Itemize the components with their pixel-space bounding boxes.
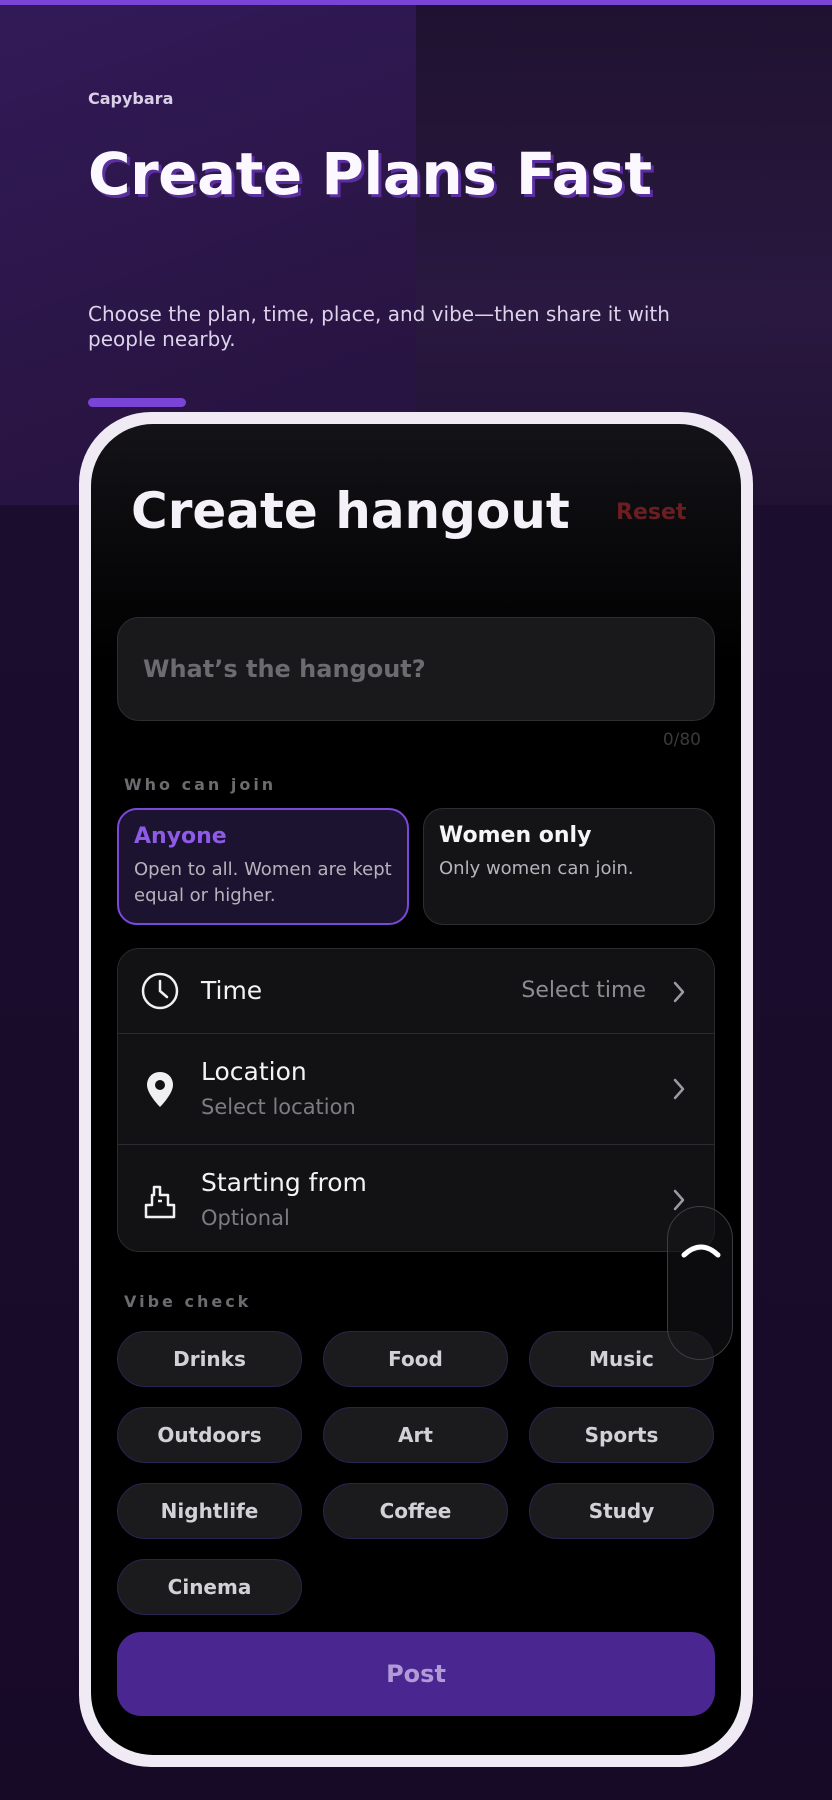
starting-from-label: Starting from	[201, 1168, 367, 1197]
clock-icon	[141, 972, 179, 1010]
phone-screen: Create hangout Reset 0/80 Who can join A…	[91, 424, 741, 1755]
vibe-check-label: Vibe check	[124, 1292, 252, 1311]
chevron-right-icon	[673, 981, 685, 1003]
vibe-chip-sports[interactable]: Sports	[529, 1407, 714, 1463]
who-can-join-label: Who can join	[124, 775, 277, 794]
join-option-title: Anyone	[134, 824, 227, 849]
vibe-chip-coffee[interactable]: Coffee	[323, 1483, 508, 1539]
chevron-right-icon	[673, 1189, 685, 1211]
location-row[interactable]: Location Select location	[118, 1034, 714, 1145]
join-option-women-only[interactable]: Women only Only women can join.	[423, 808, 715, 925]
hero-title: Create Plans Fast	[88, 140, 652, 208]
building-icon	[144, 1185, 176, 1219]
join-option-anyone[interactable]: Anyone Open to all. Women are kept equal…	[117, 808, 409, 925]
vibe-chip-outdoors[interactable]: Outdoors	[117, 1407, 302, 1463]
join-option-title: Women only	[439, 823, 592, 848]
vibe-chip-food[interactable]: Food	[323, 1331, 508, 1387]
hangout-options-list: Time Select time Location Select locatio…	[117, 948, 715, 1252]
vibe-chip-study[interactable]: Study	[529, 1483, 714, 1539]
chevron-right-icon	[673, 1078, 685, 1100]
starting-from-row[interactable]: Starting from Optional	[118, 1145, 714, 1251]
time-label: Time	[201, 976, 263, 1005]
vibe-chip-art[interactable]: Art	[323, 1407, 508, 1463]
screen-title: Create hangout	[131, 482, 570, 540]
join-option-desc: Open to all. Women are kept equal or hig…	[134, 859, 392, 906]
vibe-chip-nightlife[interactable]: Nightlife	[117, 1483, 302, 1539]
time-value: Select time	[521, 978, 646, 1003]
starting-from-sub: Optional	[201, 1206, 290, 1230]
hangout-title-input[interactable]	[118, 618, 714, 720]
char-counter: 0/80	[662, 730, 701, 750]
brand-name: Capybara	[88, 89, 174, 108]
hangout-title-field[interactable]	[117, 617, 715, 721]
post-button[interactable]: Post	[117, 1632, 715, 1716]
time-row[interactable]: Time Select time	[118, 949, 714, 1034]
reset-button[interactable]: Reset	[616, 500, 686, 525]
vibe-chip-cinema[interactable]: Cinema	[117, 1559, 302, 1615]
scroll-to-top-button[interactable]	[667, 1206, 733, 1360]
chevron-up-icon	[681, 1244, 721, 1258]
hero-subtitle: Choose the plan, time, place, and vibe—t…	[88, 302, 670, 351]
location-label: Location	[201, 1057, 307, 1086]
hero-accent-line	[88, 398, 186, 407]
map-pin-icon	[147, 1072, 173, 1107]
location-sub: Select location	[201, 1095, 356, 1119]
vibe-chip-drinks[interactable]: Drinks	[117, 1331, 302, 1387]
join-option-desc: Only women can join.	[439, 858, 634, 879]
